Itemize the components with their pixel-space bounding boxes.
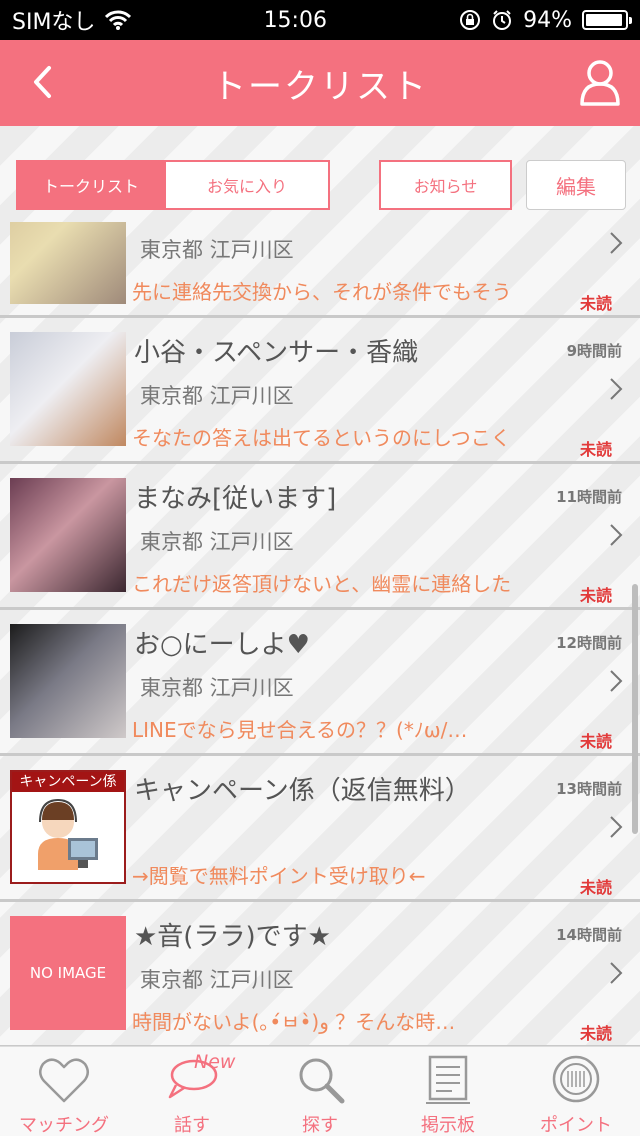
status-right: 94%: [459, 7, 632, 33]
avatar: [10, 478, 126, 592]
thread-message: 時間がないよ(｡•́ㅂ•̀)و ？そんな時…: [132, 1010, 456, 1034]
thread-name: お○にーしよ♥: [134, 630, 310, 660]
tab-board[interactable]: 掲示板: [384, 1047, 512, 1136]
avatar: [10, 332, 126, 446]
chevron-left-icon: [34, 66, 51, 98]
list-item[interactable]: まなみ[従います] 11時間前 東京都 江戸川区 これだけ返答頂けないと、幽霊に…: [0, 464, 640, 610]
user-icon: [580, 60, 620, 106]
nav-header: トークリスト: [0, 40, 640, 126]
clock-time: 15:06: [263, 7, 327, 33]
scrollbar[interactable]: [632, 584, 638, 834]
heart-icon: [39, 1058, 89, 1103]
coin-icon: [552, 1055, 600, 1103]
thread-message: そなたの答えは出てるというのにしつこく: [132, 426, 511, 450]
thread-message: LINEでなら見せ合えるの？？(*ﾉω/…: [132, 718, 468, 742]
tab-board-label: 掲示板: [421, 1115, 475, 1136]
tab-matching-label: マッチング: [19, 1115, 109, 1136]
content-area: トークリスト お気に入り お知らせ 編集 東京都 江戸川区 先に連絡先交換から、…: [0, 126, 640, 1046]
tab-favorites[interactable]: お気に入り: [166, 160, 330, 210]
avatar-photo: [10, 332, 126, 446]
thread-time: 12時間前: [556, 634, 622, 652]
list-item[interactable]: NO IMAGE ★音(ララ)です★ 14時間前 東京都 江戸川区 時間がないよ…: [0, 902, 640, 1046]
unread-badge: 未読: [579, 1024, 612, 1043]
tab-talk-list[interactable]: トークリスト: [16, 160, 166, 210]
chevron-right-icon: [610, 816, 623, 838]
no-image-label: NO IMAGE: [29, 964, 107, 982]
tab-search[interactable]: 探す: [256, 1047, 384, 1136]
status-left: SIMなし: [12, 4, 132, 36]
thread-name: まなみ[従います]: [134, 484, 337, 514]
thread-location: 東京都 江戸川区: [140, 968, 294, 992]
unread-badge: 未読: [579, 586, 612, 605]
avatar: [10, 624, 126, 738]
search-icon: [299, 1058, 345, 1104]
list-item[interactable]: 東京都 江戸川区 先に連絡先交換から、それが条件でもそう 未読: [0, 222, 640, 318]
chevron-right-icon: [610, 378, 623, 400]
edit-button[interactable]: 編集: [526, 160, 626, 210]
carrier-label: SIMなし: [12, 10, 96, 35]
thread-name: 小谷・スペンサー・香織: [134, 338, 419, 368]
unread-badge: 未読: [579, 732, 612, 751]
thread-name: ★音(ララ)です★: [134, 922, 331, 952]
tab-matching[interactable]: マッチング: [0, 1047, 128, 1136]
talk-list-inner: 東京都 江戸川区 先に連絡先交換から、それが条件でもそう 未読 小谷・スペンサー…: [0, 222, 640, 1046]
thread-location: 東京都 江戸川区: [140, 530, 294, 554]
avatar-photo: [10, 624, 126, 738]
thread-time: 11時間前: [556, 488, 622, 506]
thread-time: 9時間前: [566, 342, 622, 360]
battery-percent: 94%: [523, 7, 572, 33]
tab-talk-label: 話す: [174, 1115, 210, 1136]
unread-badge: 未読: [579, 440, 612, 459]
back-button[interactable]: [22, 62, 62, 102]
thread-name: キャンペーン係（返信無料）: [134, 776, 471, 806]
bottom-tab-bar: マッチング New 話す 探す 掲示板 ポイント: [0, 1046, 640, 1136]
chevron-right-icon: [610, 232, 623, 254]
battery-level: [586, 14, 622, 26]
alarm-icon: [493, 10, 512, 30]
campaign-thumb: キャンペーン係: [10, 770, 126, 884]
thread-message: これだけ返答頂けないと、幽霊に連絡した: [132, 572, 512, 596]
notices-button[interactable]: お知らせ: [379, 160, 512, 210]
status-bar: SIMなし 15:06 94%: [0, 0, 640, 40]
list-item[interactable]: お○にーしよ♥ 12時間前 東京都 江戸川区 LINEでなら見せ合えるの？？(*…: [0, 610, 640, 756]
talk-list: 東京都 江戸川区 先に連絡先交換から、それが条件でもそう 未読 小谷・スペンサー…: [0, 222, 640, 1046]
tab-points-label: ポイント: [540, 1115, 612, 1136]
thread-time: 14時間前: [556, 926, 622, 944]
thread-message: 先に連絡先交換から、それが条件でもそう: [132, 280, 512, 304]
rotation-lock-icon: [460, 10, 481, 30]
segment-tabs: トークリスト お気に入り: [16, 160, 330, 210]
avatar: NO IMAGE: [10, 916, 126, 1030]
campaign-thumb-label: キャンペーン係: [12, 772, 124, 792]
page-title: トークリスト: [212, 66, 428, 107]
thread-location: 東京都 江戸川区: [140, 384, 294, 408]
thread-time: 13時間前: [556, 780, 622, 798]
wifi-icon: [105, 10, 132, 30]
chevron-right-icon: [610, 670, 623, 692]
chevron-right-icon: [610, 524, 623, 546]
tab-talk[interactable]: New 話す: [128, 1047, 256, 1136]
tab-points[interactable]: ポイント: [512, 1047, 640, 1136]
thread-location: 東京都 江戸川区: [140, 676, 294, 700]
avatar-photo: [10, 478, 126, 592]
list-item[interactable]: 小谷・スペンサー・香織 9時間前 東京都 江戸川区 そなたの答えは出てるというの…: [0, 318, 640, 464]
avatar-photo: [10, 222, 126, 304]
unread-badge: 未読: [579, 294, 612, 313]
list-item[interactable]: キャンペーン係 キャンペーン係（返信無料） 13時間前 →閲覧で無料ポイント受け…: [0, 756, 640, 902]
thread-message: →閲覧で無料ポイント受け取り←: [132, 864, 426, 888]
avatar: キャンペーン係: [10, 770, 126, 884]
operator-icon: [38, 798, 98, 870]
avatar: [10, 222, 126, 304]
thread-location: 東京都 江戸川区: [140, 238, 294, 262]
no-image-placeholder: NO IMAGE: [10, 916, 126, 1030]
profile-button[interactable]: [576, 58, 624, 108]
chevron-right-icon: [610, 962, 623, 984]
new-badge: New: [194, 1051, 236, 1073]
tab-search-label: 探す: [302, 1115, 338, 1136]
unread-badge: 未読: [579, 878, 612, 897]
battery-icon: [582, 10, 632, 30]
bulletin-board-icon: [426, 1055, 470, 1104]
